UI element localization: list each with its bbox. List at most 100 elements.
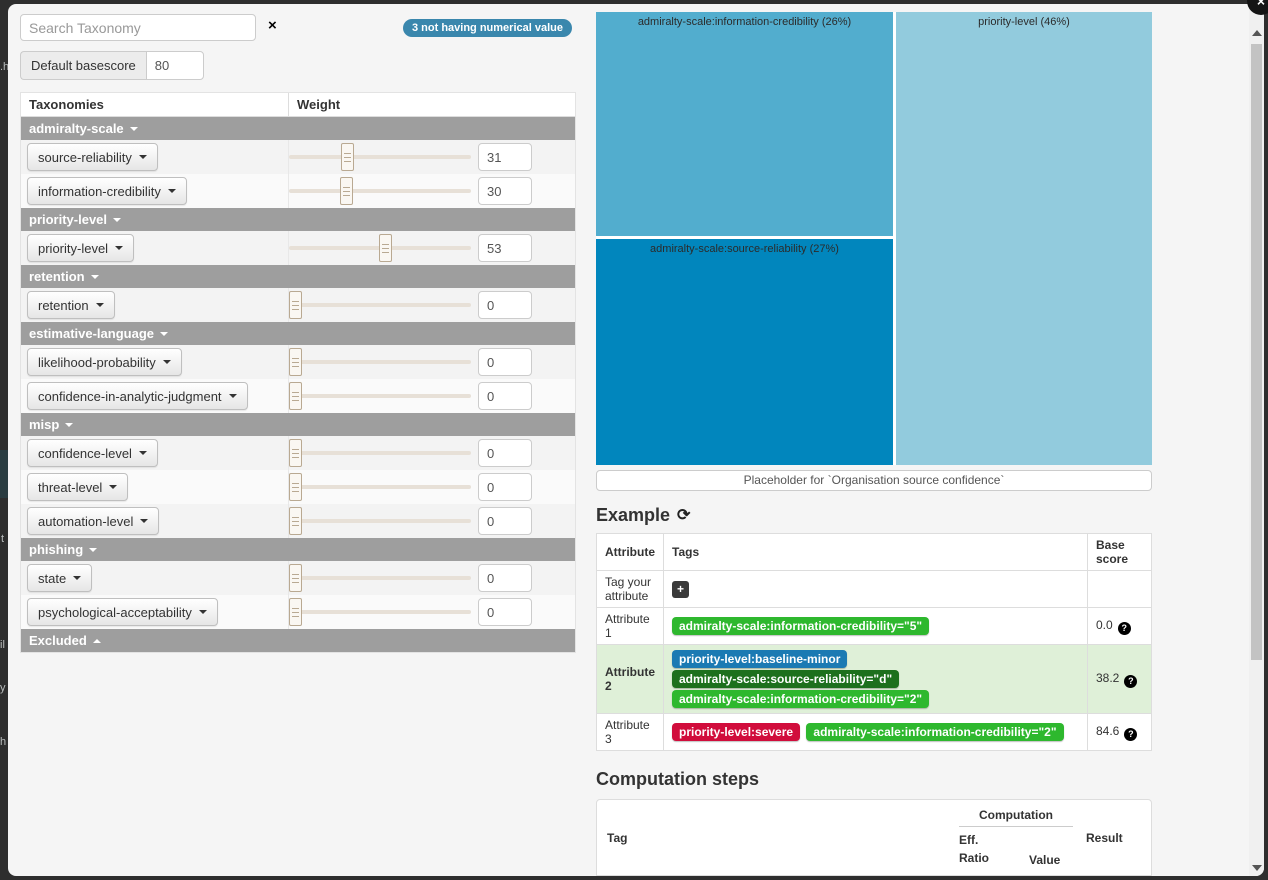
weight-input[interactable] bbox=[478, 291, 532, 319]
taxonomy-row: likelihood-probability bbox=[21, 345, 575, 379]
taxonomy-dropdown-likelihood-probability[interactable]: likelihood-probability bbox=[27, 348, 182, 376]
computation-steps-table: Tag Computation Eff. Ratio Value Result … bbox=[596, 799, 1152, 876]
taxonomy-dropdown-source-reliability[interactable]: source-reliability bbox=[27, 143, 158, 171]
treemap-cell-information-credibility[interactable]: admiralty-scale:information-credibility … bbox=[596, 12, 893, 236]
base-score-value: 0.0 bbox=[1096, 618, 1113, 632]
weight-input[interactable] bbox=[478, 348, 532, 376]
default-basescore-input[interactable] bbox=[146, 51, 204, 80]
taxonomy-tag[interactable]: priority-level:severe bbox=[672, 723, 800, 741]
taxonomy-row: state bbox=[21, 561, 575, 595]
org-source-confidence-placeholder: Placeholder for `Organisation source con… bbox=[596, 470, 1152, 491]
taxonomy-row: retention bbox=[21, 288, 575, 322]
taxonomy-tag[interactable]: admiralty-scale:source-reliability="d" bbox=[672, 670, 899, 688]
group-header-retention[interactable]: retention bbox=[21, 265, 575, 288]
taxonomy-dropdown-threat-level[interactable]: threat-level bbox=[27, 473, 128, 501]
treemap-cell-source-reliability[interactable]: admiralty-scale:source-reliability (27%) bbox=[596, 239, 893, 465]
group-header-phishing[interactable]: phishing bbox=[21, 538, 575, 561]
chevron-down-icon bbox=[113, 218, 121, 222]
weight-slider[interactable] bbox=[289, 231, 471, 265]
taxonomy-tag[interactable]: admiralty-scale:information-credibility=… bbox=[672, 690, 929, 708]
weight-slider[interactable] bbox=[289, 436, 471, 470]
weight-input[interactable] bbox=[478, 234, 532, 262]
chevron-up-icon bbox=[93, 639, 101, 643]
weight-input[interactable] bbox=[478, 177, 532, 205]
attribute-label: Attribute 3 bbox=[597, 714, 664, 751]
background-text-fragment: y bbox=[0, 682, 6, 694]
question-icon[interactable]: ? bbox=[1124, 728, 1137, 741]
example-table: Attribute Tags Base score Tag your attri… bbox=[596, 533, 1152, 751]
taxonomy-row: automation-level bbox=[21, 504, 575, 538]
weight-slider[interactable] bbox=[289, 345, 471, 379]
taxonomy-tag[interactable]: admiralty-scale:information-credibility=… bbox=[806, 723, 1063, 741]
group-header-excluded[interactable]: Excluded bbox=[21, 629, 575, 652]
weight-input[interactable] bbox=[478, 143, 532, 171]
scrollbar-up-icon[interactable] bbox=[1252, 30, 1262, 36]
search-taxonomy-input[interactable] bbox=[20, 14, 256, 41]
weight-input[interactable] bbox=[478, 439, 532, 467]
group-header-admiralty-scale[interactable]: admiralty-scale bbox=[21, 117, 575, 140]
group-header-estimative-language[interactable]: estimative-language bbox=[21, 322, 575, 345]
chevron-down-icon bbox=[73, 576, 81, 580]
table-row: Attribute 1 admiralty-scale:information-… bbox=[597, 608, 1152, 645]
weight-slider[interactable] bbox=[289, 470, 471, 504]
weight-input[interactable] bbox=[478, 564, 532, 592]
example-header-attribute: Attribute bbox=[597, 534, 664, 571]
taxonomy-panel: × 3 not having numerical value Default b… bbox=[20, 14, 576, 653]
scrollbar-thumb[interactable] bbox=[1251, 44, 1262, 660]
chevron-down-icon bbox=[65, 423, 73, 427]
table-row: Attribute 3 priority-level:severe admira… bbox=[597, 714, 1152, 751]
weight-input[interactable] bbox=[478, 598, 532, 626]
background-text-fragment: il bbox=[0, 639, 5, 651]
computation-row: priority-level:baseline-minor 0.46 * 25.… bbox=[597, 875, 1151, 876]
group-header-priority-level[interactable]: priority-level bbox=[21, 208, 575, 231]
taxonomy-dropdown-information-credibility[interactable]: information-credibility bbox=[27, 177, 187, 205]
taxonomy-tag[interactable]: priority-level:baseline-minor bbox=[672, 650, 847, 668]
group-header-misp[interactable]: misp bbox=[21, 413, 575, 436]
table-row: Tag your attribute + bbox=[597, 571, 1152, 608]
weight-input[interactable] bbox=[478, 473, 532, 501]
example-header-tags: Tags bbox=[664, 534, 1088, 571]
weight-slider[interactable] bbox=[289, 140, 471, 174]
chevron-down-icon bbox=[168, 189, 176, 193]
taxonomy-tag[interactable]: admiralty-scale:information-credibility=… bbox=[672, 617, 929, 635]
background-highlight-band bbox=[0, 450, 8, 498]
weight-slider[interactable] bbox=[289, 561, 471, 595]
question-icon[interactable]: ? bbox=[1118, 622, 1131, 635]
weight-input[interactable] bbox=[478, 507, 532, 535]
treemap-cell-priority-level[interactable]: priority-level (46%) bbox=[896, 12, 1152, 465]
chevron-down-icon bbox=[109, 485, 117, 489]
weight-slider[interactable] bbox=[289, 174, 471, 208]
vertical-scrollbar[interactable] bbox=[1249, 4, 1264, 876]
chevron-down-icon bbox=[139, 155, 147, 159]
taxonomy-dropdown-confidence-level[interactable]: confidence-level bbox=[27, 439, 158, 467]
decay-model-modal: × 3 not having numerical value Default b… bbox=[8, 4, 1264, 876]
computation-steps-title: Computation steps bbox=[596, 769, 759, 790]
weight-slider[interactable] bbox=[289, 288, 471, 322]
taxonomy-dropdown-automation-level[interactable]: automation-level bbox=[27, 507, 159, 535]
taxonomy-dropdown-priority-level[interactable]: priority-level bbox=[27, 234, 134, 262]
chevron-down-icon bbox=[199, 610, 207, 614]
taxonomy-dropdown-confidence-in-analytic-judgment[interactable]: confidence-in-analytic-judgment bbox=[27, 382, 248, 410]
chevron-down-icon bbox=[115, 246, 123, 250]
taxonomy-dropdown-psychological-acceptability[interactable]: psychological-acceptability bbox=[27, 598, 218, 626]
computation-header-result: Result bbox=[1079, 800, 1151, 875]
scrollbar-down-icon[interactable] bbox=[1252, 865, 1262, 871]
model-overview-panel: admiralty-scale:information-credibility … bbox=[596, 12, 1152, 876]
chevron-down-icon bbox=[163, 360, 171, 364]
computation-header-eff-ratio: Eff. Ratio bbox=[959, 831, 1003, 867]
background-text-fragment: h bbox=[0, 736, 6, 748]
weight-slider[interactable] bbox=[289, 379, 471, 413]
taxonomy-dropdown-retention[interactable]: retention bbox=[27, 291, 115, 319]
chevron-down-icon bbox=[96, 303, 104, 307]
refresh-icon[interactable]: ⟳ bbox=[677, 508, 690, 524]
weight-slider[interactable] bbox=[289, 595, 471, 629]
clear-search-icon[interactable]: × bbox=[264, 17, 281, 34]
background-text-fragment: t bbox=[1, 533, 4, 545]
table-row-highlighted: Attribute 2 priority-level:baseline-mino… bbox=[597, 645, 1152, 714]
weight-input[interactable] bbox=[478, 382, 532, 410]
taxonomy-row: priority-level bbox=[21, 231, 575, 265]
add-tag-button[interactable]: + bbox=[672, 581, 689, 598]
weight-slider[interactable] bbox=[289, 504, 471, 538]
taxonomy-dropdown-state[interactable]: state bbox=[27, 564, 92, 592]
question-icon[interactable]: ? bbox=[1124, 675, 1137, 688]
